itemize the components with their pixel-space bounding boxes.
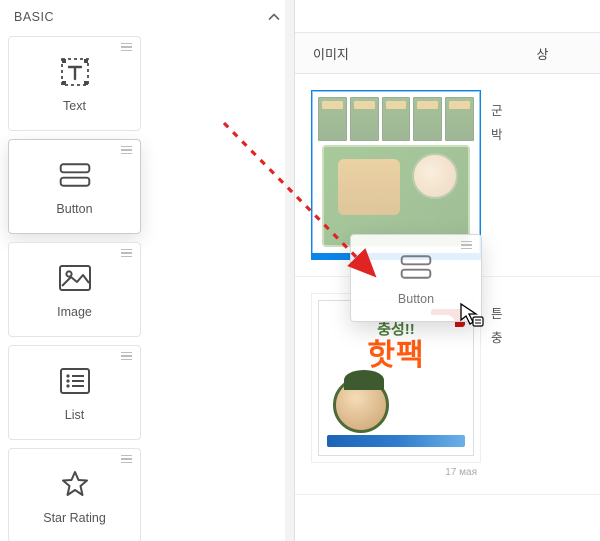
list-icon	[58, 364, 92, 398]
product-a-line1: 군	[491, 100, 600, 124]
button-icon	[399, 250, 433, 284]
cell-text: 튼 충	[491, 277, 600, 494]
chevron-up-icon	[268, 11, 280, 23]
cell-text: 군 박	[491, 74, 600, 276]
product-b-art: 충성!! 핫팩	[318, 300, 474, 456]
widget-label: List	[65, 408, 84, 422]
drag-grip-icon	[121, 455, 132, 463]
section-header-basic[interactable]: BASIC	[0, 0, 294, 36]
text-icon	[58, 55, 92, 89]
widget-label: Image	[57, 305, 92, 319]
image-icon	[58, 261, 92, 295]
ghost-label: Button	[398, 292, 434, 306]
widget-label: Button	[56, 202, 92, 216]
widget-list[interactable]: List	[8, 345, 141, 440]
drag-grip-icon	[121, 249, 132, 257]
widget-label: Star Rating	[43, 511, 106, 525]
app-root: BASIC Text Button	[0, 0, 600, 541]
cursor-drag-icon	[459, 302, 485, 331]
drag-grip-icon	[121, 146, 132, 154]
button-icon	[58, 158, 92, 192]
thumb-date: 17 мая	[311, 463, 481, 478]
drag-grip-icon	[121, 352, 132, 360]
drag-grip-icon	[121, 43, 132, 51]
widgets-panel: BASIC Text Button	[0, 0, 295, 541]
section-title: BASIC	[14, 10, 54, 24]
col-header-image: 이미지	[295, 44, 491, 63]
widgets-grid: Text Button Image	[0, 36, 287, 541]
canvas-spacer	[295, 0, 600, 32]
widget-star-rating[interactable]: Star Rating	[8, 448, 141, 541]
star-icon	[58, 467, 92, 501]
product-b-line2: 충	[491, 327, 600, 351]
table-header: 이미지 상	[295, 32, 600, 74]
widget-image[interactable]: Image	[8, 242, 141, 337]
widget-label: Text	[63, 99, 86, 113]
widget-text[interactable]: Text	[8, 36, 141, 131]
product-b-line1: 튼	[491, 303, 600, 327]
drag-grip-icon	[461, 241, 472, 249]
widget-button[interactable]: Button	[8, 139, 141, 234]
product-b-logo-main: 핫팩	[367, 341, 424, 371]
col-header-name: 상	[491, 44, 600, 63]
panel-scrollbar[interactable]	[285, 0, 294, 541]
product-a-line2: 박	[491, 124, 600, 148]
